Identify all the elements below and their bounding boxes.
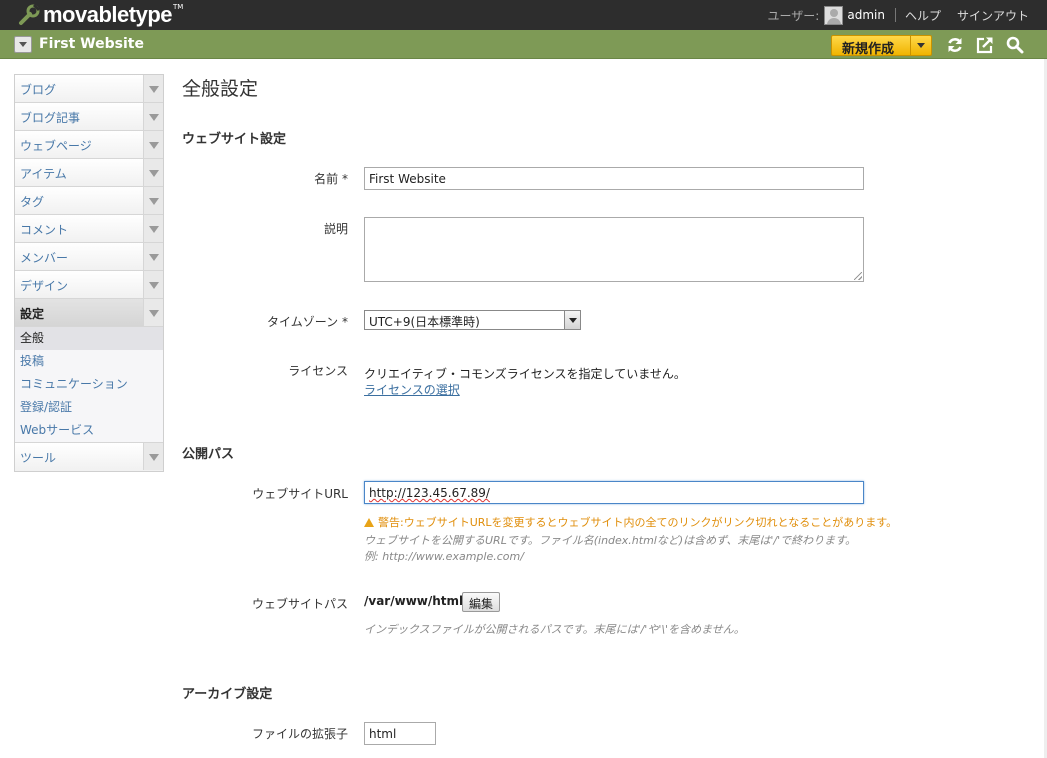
new-entry-button[interactable]: 新規作成: [831, 35, 932, 57]
timezone-select[interactable]: UTC+9(日本標準時): [364, 310, 581, 330]
refresh-icon[interactable]: [946, 36, 964, 54]
description-textarea[interactable]: [364, 217, 864, 282]
search-icon[interactable]: [1006, 36, 1024, 54]
button-divider: [910, 36, 911, 55]
external-view-icon[interactable]: [976, 36, 994, 54]
website-url-label: ウェブサイトURL: [252, 487, 348, 501]
sidebar-item-label: タグ: [20, 195, 45, 209]
logo-text: movabletype: [43, 2, 173, 27]
url-hint-line-2: 例: http://www.example.com/: [364, 550, 524, 563]
sidebar-menu: ブログ ブログ記事 ウェブページ アイテム タグ コメント メンバー デザイン …: [14, 74, 164, 472]
sidebar-item-label: アイテム: [20, 167, 67, 181]
page-title: 全般設定: [182, 78, 259, 100]
sidebar-item-label: ウェブページ: [20, 139, 92, 153]
submenu-item-entry[interactable]: 投稿: [15, 350, 163, 373]
sidebar-item-label: コメント: [20, 223, 69, 237]
submenu-item-feedback[interactable]: コミュニケーション: [15, 373, 163, 396]
description-label: 説明: [323, 222, 348, 236]
file-extension-field[interactable]: [364, 722, 436, 745]
signout-link[interactable]: サインアウト: [957, 7, 1029, 24]
sidebar-item-blog[interactable]: ブログ: [15, 75, 163, 103]
website-path-label: ウェブサイトパス: [251, 597, 348, 611]
license-status-text: クリエイティブ・コモンズライセンスを指定していません。: [364, 367, 686, 381]
user-navigation: ユーザー: admin ヘルプ サインアウト: [768, 0, 1029, 30]
sidebar-item-tags[interactable]: タグ: [15, 187, 163, 215]
sidebar-item-label: ツール: [20, 451, 57, 465]
avatar[interactable]: [824, 5, 844, 25]
logo-trademark: TM: [173, 3, 184, 11]
username-link[interactable]: admin: [847, 8, 885, 22]
chevron-down-icon[interactable]: [143, 131, 163, 158]
nav-divider: [894, 8, 896, 22]
site-name[interactable]: First Website: [39, 36, 144, 52]
new-button-label: 新規作成: [842, 42, 895, 57]
chevron-down-icon[interactable]: [143, 443, 163, 470]
name-label: 名前 *: [314, 172, 348, 186]
top-navigation-bar: movabletype TM ユーザー: admin ヘルプ サインアウト: [0, 0, 1047, 30]
url-warning: 警告:ウェブサイトURLを変更するとウェブサイト内の全てのリンクがリンク切れとな…: [364, 514, 897, 530]
timezone-label: タイムゾーン *: [267, 315, 348, 329]
chevron-down-icon[interactable]: [143, 103, 163, 130]
submenu-item-general[interactable]: 全般: [15, 327, 163, 350]
website-url-value: http://123.45.67.89/: [369, 486, 490, 500]
wrench-icon: [19, 4, 40, 25]
chevron-down-icon[interactable]: [564, 311, 580, 329]
edit-path-button[interactable]: 編集: [462, 592, 501, 612]
sidebar-item-settings[interactable]: 設定: [15, 299, 163, 327]
sidebar-item-tools[interactable]: ツール: [15, 443, 163, 471]
path-hint: インデックスファイルが公開されるパスです。末尾には'/'や'\'を含めません。: [364, 623, 745, 636]
sidebar-item-pages[interactable]: ウェブページ: [15, 131, 163, 159]
section-heading-archive: アーカイブ設定: [182, 687, 273, 702]
sidebar-item-members[interactable]: メンバー: [15, 243, 163, 271]
warning-icon: [364, 518, 374, 527]
user-label: ユーザー:: [767, 8, 820, 23]
sidebar-item-label: デザイン: [20, 279, 69, 293]
chevron-down-icon[interactable]: [143, 187, 163, 214]
chevron-down-icon[interactable]: [143, 271, 163, 298]
help-link[interactable]: ヘルプ: [905, 7, 941, 24]
website-path-value: /var/www/html: [364, 594, 464, 608]
name-field[interactable]: [364, 167, 864, 190]
sidebar-item-label: メンバー: [20, 251, 69, 265]
license-label: ライセンス: [288, 364, 348, 378]
sidebar-item-label: ブログ: [20, 83, 57, 97]
sidebar-item-label: ブログ記事: [20, 111, 81, 125]
timezone-selected-value: UTC+9(日本標準時): [369, 315, 480, 329]
site-switcher-button[interactable]: [14, 36, 32, 53]
file-extension-label: ファイルの拡張子: [251, 727, 348, 741]
chevron-down-icon[interactable]: [143, 243, 163, 270]
sidebar-item-entries[interactable]: ブログ記事: [15, 103, 163, 131]
resize-handle[interactable]: [854, 272, 862, 280]
sidebar-item-label: 設定: [20, 307, 45, 321]
chevron-down-icon[interactable]: [143, 75, 163, 102]
sidebar-item-design[interactable]: デザイン: [15, 271, 163, 299]
site-bar: First Website 新規作成: [0, 30, 1047, 59]
url-hint-line-1: ウェブサイトを公開するURLです。ファイル名(index.htmlなど)は含めず…: [364, 534, 857, 547]
settings-submenu: 全般 投稿 コミュニケーション 登録/認証 Webサービス: [15, 327, 163, 443]
url-warning-text: 警告:ウェブサイトURLを変更するとウェブサイト内の全てのリンクがリンク切れとな…: [378, 516, 898, 529]
select-license-link[interactable]: ライセンスの選択: [364, 381, 460, 398]
sidebar-item-comments[interactable]: コメント: [15, 215, 163, 243]
chevron-down-icon[interactable]: [917, 43, 925, 48]
website-url-field[interactable]: http://123.45.67.89/: [364, 481, 864, 504]
section-heading-publish-paths: 公開パス: [182, 447, 235, 462]
movabletype-logo[interactable]: movabletype TM: [18, 3, 183, 27]
sidebar-item-assets[interactable]: アイテム: [15, 159, 163, 187]
submenu-item-registration[interactable]: 登録/認証: [15, 396, 163, 419]
section-heading-website: ウェブサイト設定: [182, 132, 287, 147]
submenu-item-web-services[interactable]: Webサービス: [15, 419, 163, 442]
